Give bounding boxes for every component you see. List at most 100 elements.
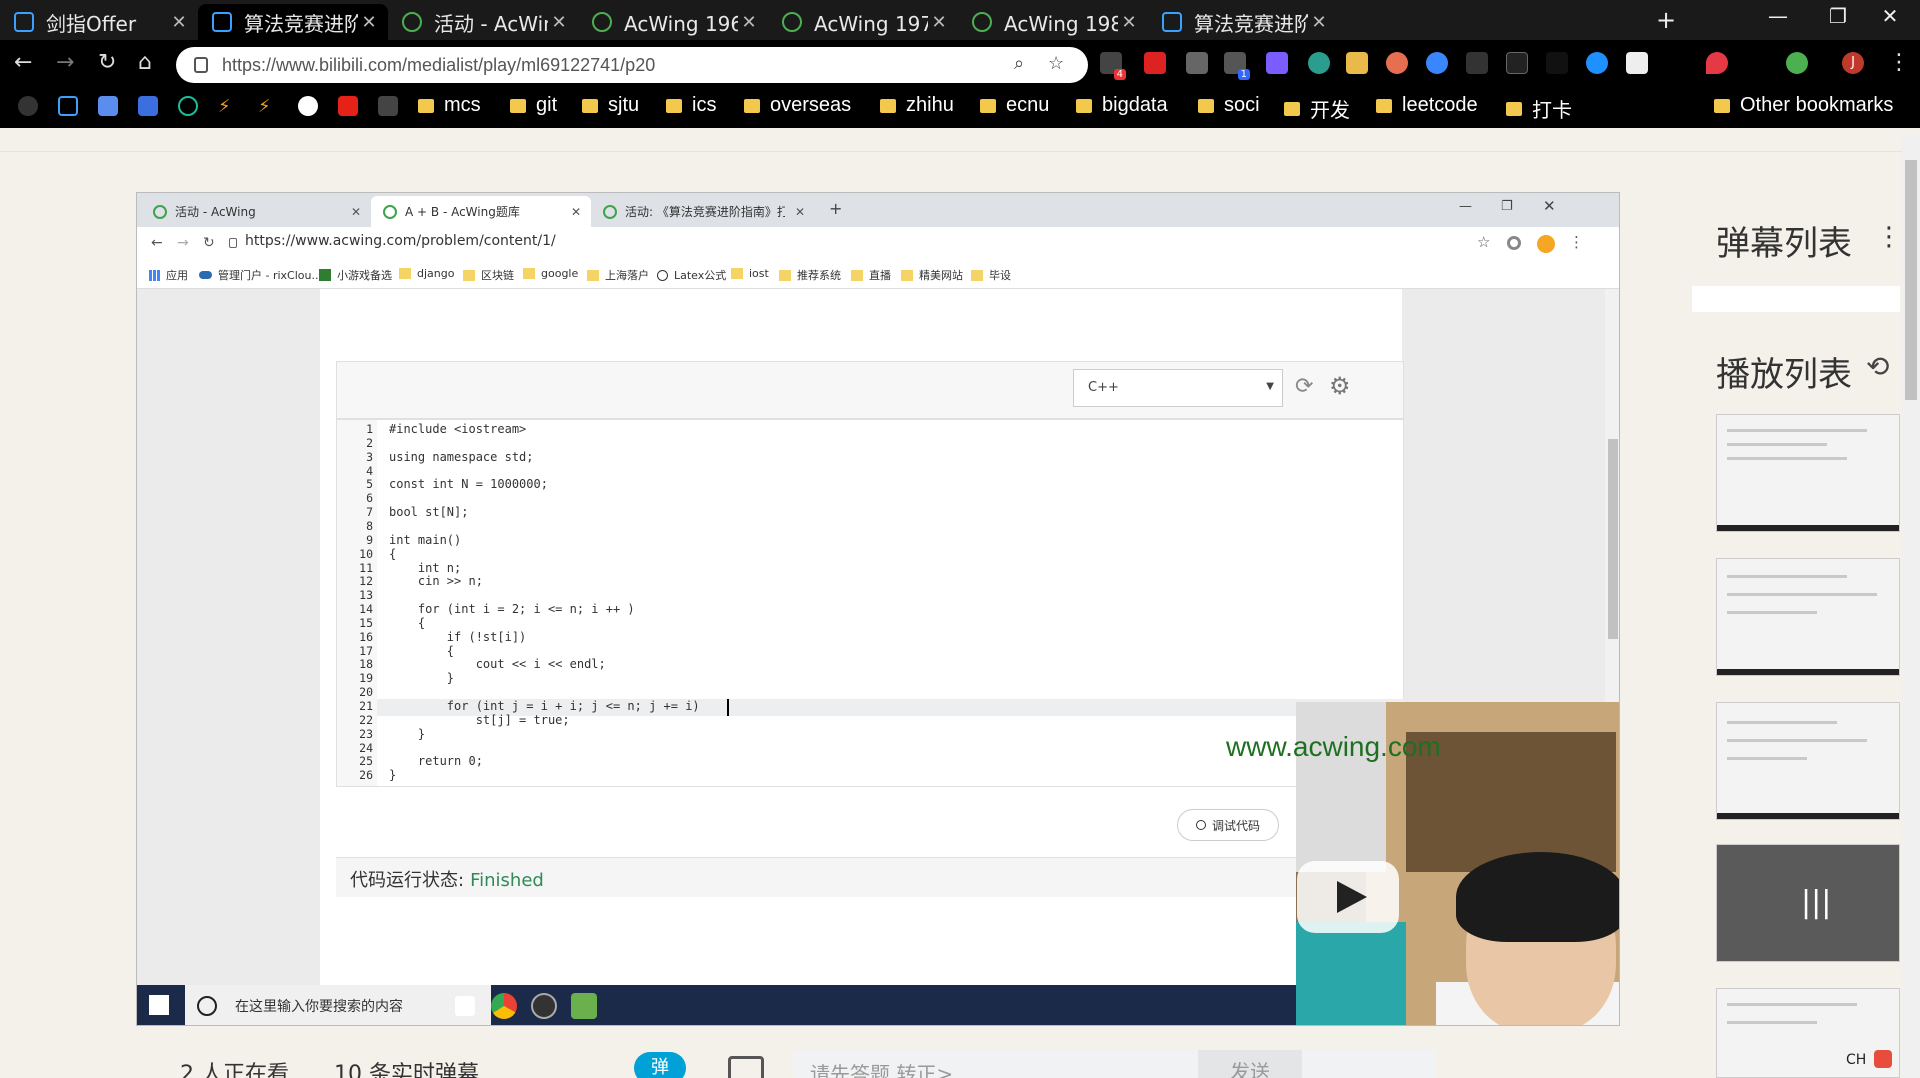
extension-cloud-icon[interactable]: 1 [1224,52,1250,80]
restore-button[interactable]: ❐ [1501,199,1513,214]
lightning-icon[interactable]: ⚡ [218,96,238,117]
extension-fonts-icon[interactable] [1626,52,1648,74]
sogou-ime-icon[interactable] [1874,1050,1892,1068]
github-icon[interactable] [18,96,38,116]
forward-icon[interactable]: → [56,50,74,75]
obs-icon[interactable] [531,993,557,1019]
close-tab-icon[interactable]: ✕ [1308,12,1330,33]
close-tab-icon[interactable]: ✕ [795,205,805,219]
inner-tab-activity[interactable]: 活动 - AcWing ✕ [141,196,371,227]
bookmark-folder-sjtu[interactable]: sjtu [582,94,639,117]
chrome-icon[interactable] [491,993,517,1019]
tab-algo-guide-2[interactable]: 算法竞赛进阶指南 ✕ [1148,4,1338,40]
bookmark-folder-recsys[interactable]: 推荐系统 [779,267,841,283]
forward-icon[interactable]: → [177,235,189,251]
close-tab-icon[interactable]: ✕ [168,12,190,33]
bookmark-folder-git[interactable]: git [510,94,557,117]
extension-icon[interactable] [1507,236,1521,250]
loop-icon[interactable]: ⟲ [1866,350,1889,383]
refresh-app-icon[interactable] [178,96,198,116]
youtube-icon[interactable] [338,96,358,116]
danmaku-list-title[interactable]: 弹幕列表 [1716,216,1852,265]
adblock-icon[interactable] [1144,52,1166,74]
extension-gif-icon[interactable] [1466,52,1488,74]
minimize-button[interactable]: — [1459,199,1472,214]
tab-acwing-197[interactable]: AcWing 197. 阶乘 ✕ [768,4,958,40]
bookmark-icon[interactable] [98,96,118,116]
close-tab-icon[interactable]: ✕ [928,12,950,33]
tab-acwing-198[interactable]: AcWing 198. 反素 ✕ [958,4,1148,40]
close-tab-icon[interactable]: ✕ [548,12,570,33]
bookmark-folder-django[interactable]: django [399,267,454,280]
playlist-thumbnail[interactable] [1716,558,1900,676]
extension-openai-icon[interactable] [1308,52,1330,74]
bookmark-folder-iost[interactable]: iost [731,267,769,280]
bookmark-rixcloud[interactable]: 管理门户 - rixClou... [199,267,322,283]
apps-bookmark[interactable]: 应用 [149,267,188,283]
tab-acwing-activity[interactable]: 活动 - AcWing ✕ [388,4,578,40]
bookmark-ribbon-icon[interactable] [1506,52,1528,74]
close-window-button[interactable]: ✕ [1860,4,1920,28]
baidu-icon[interactable] [138,96,158,116]
playlist-thumbnail[interactable] [1716,414,1900,532]
reset-code-icon[interactable]: ⟳ [1295,374,1313,399]
close-tab-icon[interactable]: ✕ [358,12,380,33]
tab-jianzhi-offer[interactable]: 剑指Offer ✕ [0,4,198,40]
scroll-thumb[interactable] [1905,160,1917,400]
extension-pen-icon[interactable] [1426,52,1448,74]
bookmark-folder-overseas[interactable]: overseas [744,94,851,117]
close-tab-icon[interactable]: ✕ [571,205,581,219]
tab-acwing-196[interactable]: AcWing 196. 质数 ✕ [578,4,768,40]
chrome-menu-icon[interactable]: ⋮ [1888,50,1910,75]
language-select[interactable]: C++ ▼ [1073,369,1283,407]
play-icon[interactable] [1297,861,1399,933]
app-icon[interactable] [378,96,398,116]
danmaku-settings-icon[interactable] [728,1056,764,1078]
extension-monitor-icon[interactable]: 4 [1100,52,1126,80]
bookmark-folder-google[interactable]: google [523,267,578,280]
lightning-icon[interactable]: ⚡ [258,96,278,117]
bookmark-folder-leetcode[interactable]: leetcode [1376,94,1478,117]
bookmark-star-icon[interactable]: ☆ [1477,233,1490,251]
home-icon[interactable]: ⌂ [138,50,152,75]
profile-avatar-icon[interactable] [1537,235,1555,253]
inner-address-url[interactable]: https://www.acwing.com/problem/content/1… [245,233,556,249]
scroll-thumb[interactable] [1608,439,1618,639]
restore-button[interactable]: ❐ [1808,4,1868,28]
google-icon[interactable] [298,96,318,116]
bookmark-folder-thesis[interactable]: 毕设 [971,267,1011,283]
address-bar[interactable]: https://www.bilibili.com/medialist/play/… [176,47,1088,83]
extension-icon[interactable] [1186,52,1208,74]
new-tab-button[interactable]: + [1656,6,1676,34]
bilibili-icon[interactable] [58,96,78,116]
bookmark-minigames[interactable]: 小游戏备选 [319,267,392,283]
danmaku-input[interactable]: 请先答题 转正> [792,1050,1436,1078]
bookmark-latex[interactable]: Latex公式 [657,267,726,283]
zoom-icon[interactable]: ⌕ [1014,53,1024,74]
bookmark-folder-sites[interactable]: 精美网站 [901,267,963,283]
bookmark-folder-ics[interactable]: ics [666,94,716,117]
reload-icon[interactable]: ↻ [98,50,116,75]
page-scrollbar[interactable] [1902,135,1920,1078]
bookmark-folder-ecnu[interactable]: ecnu [980,94,1049,117]
gear-icon[interactable]: ⚙ [1329,372,1351,400]
debug-code-button[interactable]: 调试代码 [1177,809,1279,841]
danmaku-toggle[interactable]: 弹 [634,1052,686,1078]
playlist-thumbnail[interactable] [1716,702,1900,820]
extension-loop-icon[interactable] [1386,52,1408,74]
other-bookmarks[interactable]: Other bookmarks [1714,94,1893,117]
taskbar-search[interactable]: 在这里输入你要搜索的内容 🎙 [185,985,491,1025]
profile-avatar[interactable]: J [1842,52,1864,74]
video-player[interactable]: 活动 - AcWing ✕ A + B - AcWing题库 ✕ 活动: 《算法… [136,192,1620,1026]
extension-note-icon[interactable] [1346,52,1368,74]
playlist-thumbnail[interactable] [1716,988,1900,1078]
extension-k-icon[interactable] [1546,52,1568,74]
more-menu-icon[interactable]: ⋮ [1876,222,1902,252]
bookmark-folder-live[interactable]: 直播 [851,267,891,283]
inner-tab-checkin[interactable]: 活动: 《算法竞赛进阶指南》打卡 ✕ [591,196,815,227]
app-icon[interactable] [571,993,597,1019]
reload-icon[interactable]: ↻ [203,235,215,251]
close-tab-icon[interactable]: ✕ [351,205,361,219]
back-icon[interactable]: ← [14,50,32,75]
bookmark-folder-mcs[interactable]: mcs [418,94,481,117]
